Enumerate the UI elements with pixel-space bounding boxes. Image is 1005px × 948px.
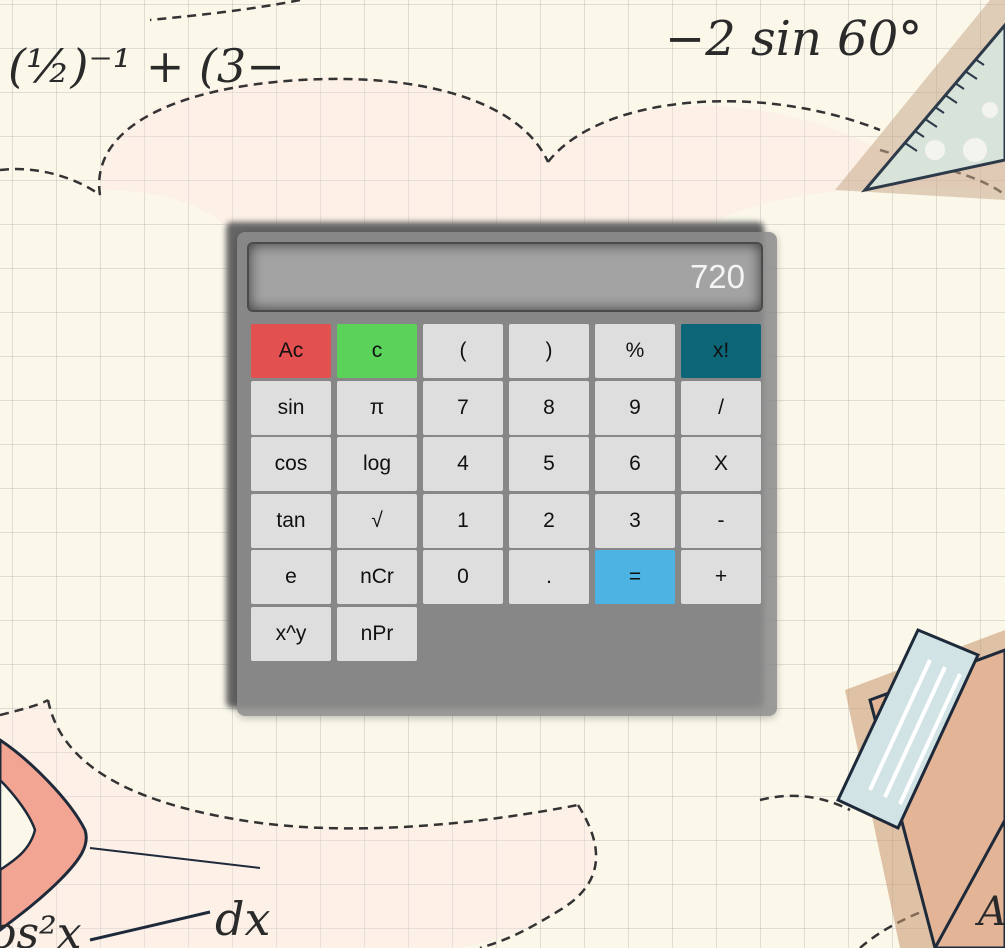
sqrt-button[interactable]: √	[337, 493, 417, 548]
formula-bottom-left: os²x	[0, 908, 82, 948]
clear-all-button[interactable]: Ac	[251, 324, 331, 378]
corner-letter: A	[974, 889, 1005, 935]
digit-3-button[interactable]: 3	[595, 493, 675, 548]
pi-button[interactable]: π	[337, 380, 417, 435]
log-button[interactable]: log	[337, 437, 417, 492]
keypad: Ac c()% x! sin π 7 8 9/ cos log 4 5 6 Xtan √ 1 2 3- e nCr 0.…	[251, 324, 761, 661]
multiply-button[interactable]: X	[681, 437, 761, 492]
decimal-button[interactable]: .	[509, 550, 589, 605]
digit-0-button[interactable]: 0	[423, 550, 503, 605]
euler-button[interactable]: e	[251, 550, 331, 605]
digit-7-button[interactable]: 7	[423, 380, 503, 435]
add-button[interactable]: +	[681, 550, 761, 605]
calculator-display: 720	[247, 242, 763, 312]
percent-button[interactable]: %	[595, 324, 675, 378]
divide-button[interactable]: /	[681, 380, 761, 435]
sin-button[interactable]: sin	[251, 380, 331, 435]
digit-9-button[interactable]: 9	[595, 380, 675, 435]
factorial-button[interactable]: x!	[681, 324, 761, 378]
close-paren-button[interactable]: )	[509, 324, 589, 378]
tan-button[interactable]: tan	[251, 493, 331, 548]
npr-button[interactable]: nPr	[337, 606, 417, 661]
digit-2-button[interactable]: 2	[509, 493, 589, 548]
formula-bottom-dx: dx	[215, 892, 270, 946]
ncr-button[interactable]: nCr	[337, 550, 417, 605]
digit-4-button[interactable]: 4	[423, 437, 503, 492]
calculator: 720 Ac c()% x! sin π 7 8 9/ cos log 4 5 6 Xtan √ 1 2 3- e n…	[237, 232, 777, 716]
formula-top-left: (½)⁻¹ + (3−	[8, 39, 285, 93]
clear-button[interactable]: c	[337, 324, 417, 378]
digit-6-button[interactable]: 6	[595, 437, 675, 492]
equals-button[interactable]: =	[595, 550, 675, 605]
formula-top-right: −2 sin 60°	[665, 11, 922, 67]
subtract-button[interactable]: -	[681, 493, 761, 548]
open-paren-button[interactable]: (	[423, 324, 503, 378]
digit-8-button[interactable]: 8	[509, 380, 589, 435]
digit-1-button[interactable]: 1	[423, 493, 503, 548]
digit-5-button[interactable]: 5	[509, 437, 589, 492]
cos-button[interactable]: cos	[251, 437, 331, 492]
power-button[interactable]: x^y	[251, 606, 331, 661]
